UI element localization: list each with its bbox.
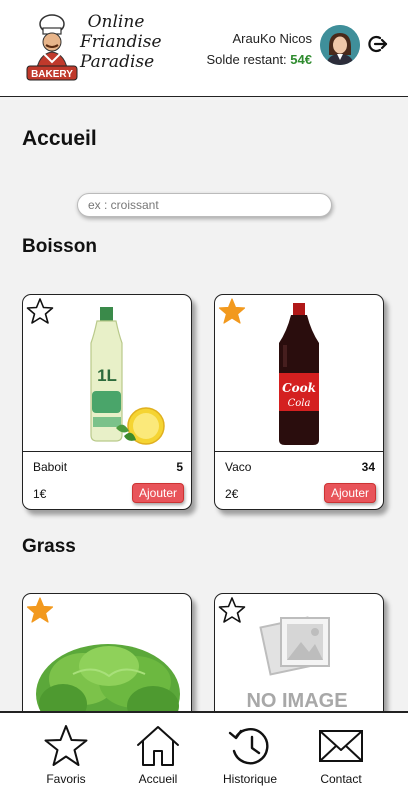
search-input[interactable] [77, 193, 332, 217]
nav-item-historique[interactable]: Historique [205, 713, 295, 800]
nav-label: Contact [320, 772, 362, 786]
home-icon [137, 726, 179, 766]
nav-item-favoris[interactable]: Favoris [21, 713, 111, 800]
product-card[interactable]: 1L Baboit 5 1€ Ajouter [22, 294, 192, 510]
add-to-cart-button[interactable]: Ajouter [131, 483, 184, 503]
user-name: ArauKo Nicos [232, 31, 312, 46]
balance-row: Solde restant: 54€ [122, 49, 312, 70]
history-icon [228, 727, 269, 765]
page-title: Accueil [22, 127, 97, 150]
product-quantity: 5 [176, 460, 183, 474]
user-info: ArauKo Nicos Solde restant: 54€ [122, 28, 312, 70]
product-card[interactable]: Cook Cola Vaco 34 2€ Ajouter [214, 294, 384, 510]
nav-item-accueil[interactable]: Accueil [113, 713, 203, 800]
section-title-boisson: Boisson [22, 236, 97, 257]
cola-label-1: Cook [282, 381, 316, 395]
favorite-star-icon[interactable] [26, 596, 54, 624]
product-name: Vaco [225, 460, 252, 474]
svg-text:1L: 1L [97, 366, 117, 385]
user-avatar-icon[interactable] [320, 25, 360, 65]
favorite-star-icon[interactable] [26, 297, 54, 325]
balance-value: 54€ [290, 52, 312, 67]
nav-label: Historique [222, 772, 278, 786]
chef-logo-icon: BAKERY [26, 14, 78, 81]
cola-label-2: Cola [288, 398, 311, 409]
mail-icon [319, 730, 363, 762]
product-price: 2€ [225, 487, 239, 501]
star-icon [44, 725, 88, 766]
favorite-star-icon[interactable] [218, 297, 246, 325]
add-to-cart-button[interactable]: Ajouter [323, 483, 376, 503]
balance-label: Solde restant: [206, 52, 287, 67]
product-quantity: 34 [361, 460, 375, 474]
logo-badge-text: BAKERY [31, 69, 73, 80]
nav-label: Favoris [46, 772, 86, 786]
favorite-star-icon[interactable] [218, 596, 246, 624]
product-name: Baboit [33, 460, 68, 474]
nav-label: Accueil [138, 772, 178, 786]
nav-item-contact[interactable]: Contact [296, 713, 386, 800]
card-divider [215, 451, 383, 452]
card-divider [23, 451, 191, 452]
product-price: 1€ [33, 487, 47, 501]
app-header: BAKERY Online Friandise Paradise ArauKo … [0, 0, 408, 97]
no-image-text: NO IMAGE [246, 690, 347, 712]
section-title-grass: Grass [22, 536, 76, 557]
logout-icon[interactable] [368, 34, 388, 54]
bottom-navigation: Favoris Accueil Historique Contact [0, 711, 408, 800]
